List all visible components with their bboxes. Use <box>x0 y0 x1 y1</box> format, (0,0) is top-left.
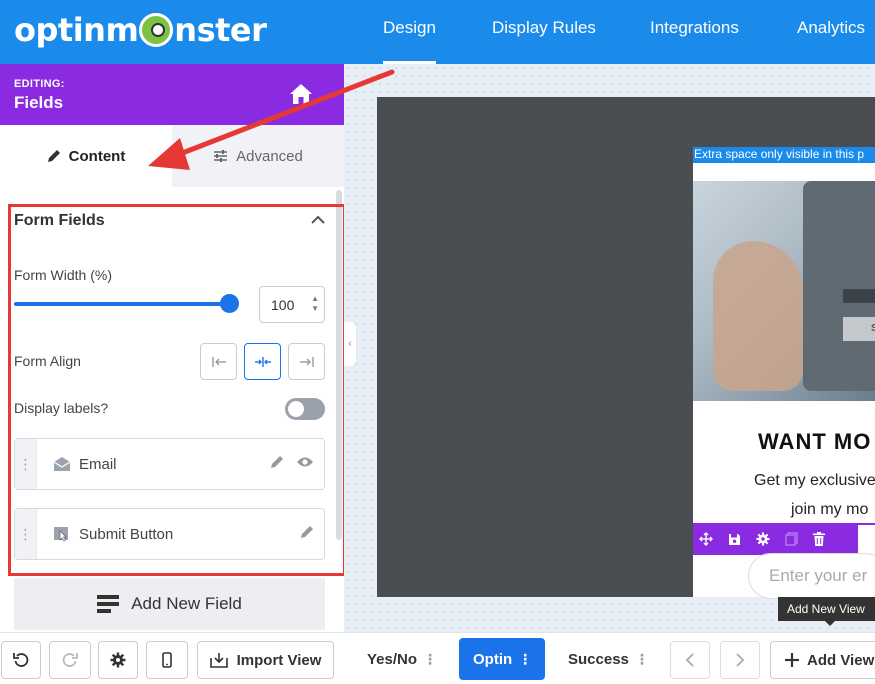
campaign-image[interactable]: S <box>693 181 875 401</box>
email-input-preview[interactable]: Enter your er <box>748 553 875 599</box>
plus-icon <box>785 653 799 667</box>
selection-outline <box>858 523 875 525</box>
add-view-label: Add View <box>807 651 875 669</box>
add-new-field-label: Add New Field <box>131 594 242 613</box>
optinmonster-logo[interactable]: optinm nster <box>14 11 267 49</box>
move-icon[interactable] <box>699 532 713 546</box>
view-tab-success[interactable]: Success ⋮ <box>568 638 649 680</box>
form-rows-icon <box>97 595 120 613</box>
import-icon <box>209 653 228 668</box>
view-tab-label: Optin <box>473 650 513 668</box>
add-view-button[interactable]: Add View <box>770 641 875 679</box>
campaign-text-line2[interactable]: join my mo <box>791 501 868 519</box>
undo-button[interactable] <box>1 641 41 679</box>
redo-icon <box>62 653 78 667</box>
undo-icon <box>13 653 29 667</box>
chevron-right-icon <box>736 653 745 667</box>
editing-header: EDITING: Fields <box>0 64 344 125</box>
editing-label: EDITING: <box>14 78 65 90</box>
add-new-view-tooltip: Add New View <box>778 597 875 621</box>
save-icon[interactable] <box>728 533 741 546</box>
kebab-menu-icon[interactable]: ⋮ <box>423 651 437 668</box>
logo-text-left: optinm <box>14 11 139 49</box>
view-tab-label: Yes/No <box>367 650 418 668</box>
home-icon[interactable] <box>289 83 313 105</box>
collapse-panel-handle[interactable]: ‹ <box>344 322 356 366</box>
view-tab-yes-no[interactable]: Yes/No ⋮ <box>367 638 437 680</box>
top-nav-bar: optinm nster Design Display Rules Integra… <box>0 0 875 64</box>
panel-tabs: Content Advanced <box>0 125 344 187</box>
view-tab-label: Success <box>568 650 629 668</box>
nav-design[interactable]: Design <box>383 0 436 64</box>
campaign-text-line1[interactable]: Get my exclusive <box>754 472 875 490</box>
tab-content-label: Content <box>68 147 126 165</box>
tab-advanced[interactable]: Advanced <box>172 125 344 187</box>
next-view-button[interactable] <box>720 641 760 679</box>
phone-screen-button: S <box>843 317 875 341</box>
phone-screen-field <box>843 289 875 303</box>
chevron-left-icon <box>685 653 694 667</box>
editing-title: Fields <box>14 93 64 112</box>
mobile-icon <box>162 652 172 668</box>
tab-content[interactable]: Content <box>0 125 172 187</box>
nav-analytics[interactable]: Analytics <box>797 0 865 64</box>
sliders-icon <box>214 150 228 162</box>
nav-display-rules[interactable]: Display Rules <box>492 0 596 64</box>
tab-advanced-label: Advanced <box>236 147 303 165</box>
view-tab-optin[interactable]: Optin ⋮ <box>459 638 546 680</box>
extra-space-bar: Extra space only visible in this p <box>693 147 875 163</box>
nav-integrations[interactable]: Integrations <box>650 0 739 64</box>
element-toolbar <box>693 523 858 555</box>
import-view-button[interactable]: Import View <box>197 641 334 679</box>
gear-icon[interactable] <box>756 532 770 546</box>
hand-shape <box>713 241 803 391</box>
campaign-headline[interactable]: WANT MO <box>758 429 871 455</box>
add-new-field-button[interactable]: Add New Field <box>14 578 325 630</box>
highlight-box <box>8 204 346 576</box>
monster-icon <box>139 13 174 47</box>
duplicate-icon[interactable] <box>785 532 798 546</box>
pencil-icon <box>47 150 60 162</box>
logo-text-right: nster <box>174 11 267 49</box>
trash-icon[interactable] <box>813 532 825 546</box>
settings-button[interactable] <box>98 641 138 679</box>
tooltip-arrow <box>825 621 835 626</box>
phone-shape <box>803 181 875 391</box>
kebab-menu-icon[interactable]: ⋮ <box>518 651 532 668</box>
redo-button[interactable] <box>49 641 91 679</box>
previous-view-button[interactable] <box>670 641 710 679</box>
import-view-label: Import View <box>236 651 322 669</box>
mobile-preview-button[interactable] <box>146 641 188 679</box>
gear-icon <box>110 652 126 668</box>
kebab-menu-icon[interactable]: ⋮ <box>635 651 649 668</box>
